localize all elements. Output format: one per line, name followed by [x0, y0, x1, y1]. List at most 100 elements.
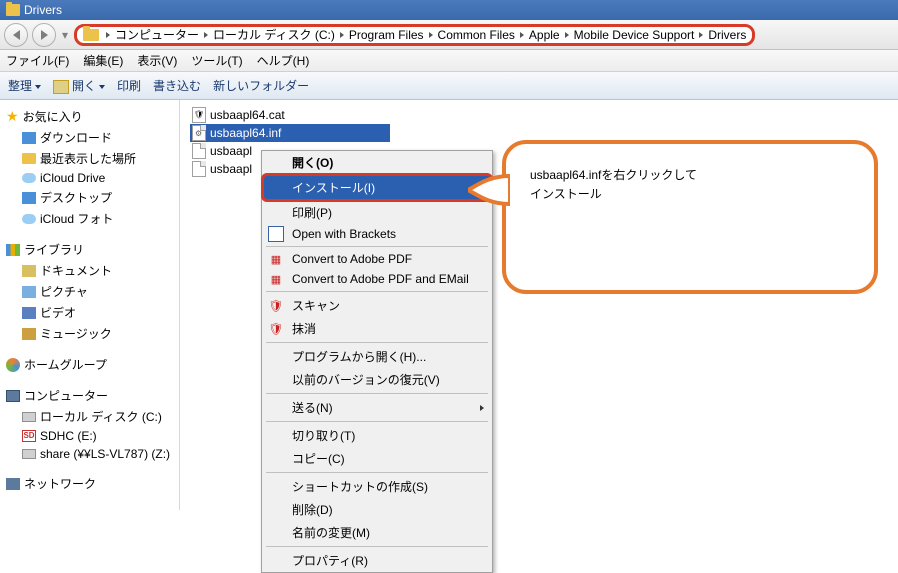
document-icon — [22, 265, 36, 277]
callout-tail-icon — [468, 172, 510, 208]
history-dropdown[interactable]: ▾ — [60, 23, 70, 47]
folder-icon — [83, 29, 99, 41]
sd-icon: SD — [22, 430, 36, 442]
video-icon — [22, 307, 36, 319]
file-icon — [192, 161, 206, 177]
forward-button[interactable] — [32, 23, 56, 47]
breadcrumb-item[interactable]: Mobile Device Support — [574, 28, 695, 42]
file-item[interactable]: usbaapl64.cat — [190, 106, 390, 124]
ctx-sendto[interactable]: 送る(N) — [262, 396, 492, 419]
sidebar-item-share[interactable]: share (¥¥LS-VL787) (Z:) — [4, 445, 175, 463]
shield-icon: 🛡 — [268, 298, 284, 314]
ctx-open[interactable]: 開く(O) — [262, 151, 492, 174]
titlebar: Drivers — [0, 0, 898, 20]
sidebar-homegroup[interactable]: ホームグループ — [4, 354, 175, 375]
separator — [266, 246, 488, 247]
drive-icon — [22, 412, 36, 422]
breadcrumb: コンピューター ローカル ディスク (C:) Program Files Com… — [74, 24, 755, 46]
sidebar-item-downloads[interactable]: ダウンロード — [4, 127, 175, 148]
ctx-pdf[interactable]: ▦Convert to Adobe PDF — [262, 249, 492, 269]
library-icon — [6, 244, 20, 256]
write-button[interactable]: 書き込む — [153, 77, 201, 94]
arrow-left-icon — [13, 30, 20, 40]
back-button[interactable] — [4, 23, 28, 47]
pdf-icon: ▦ — [268, 271, 284, 287]
ctx-print[interactable]: 印刷(P) — [262, 201, 492, 224]
sidebar-item-desktop[interactable]: デスクトップ — [4, 187, 175, 208]
separator — [266, 421, 488, 422]
sidebar-item-pictures[interactable]: ピクチャ — [4, 281, 175, 302]
sidebar-item-sdhc[interactable]: SDSDHC (E:) — [4, 427, 175, 445]
ctx-install[interactable]: インストール(I) — [261, 173, 493, 202]
print-button[interactable]: 印刷 — [117, 77, 141, 94]
ctx-openwith[interactable]: プログラムから開く(H)... — [262, 345, 492, 368]
ctx-restore[interactable]: 以前のバージョンの復元(V) — [262, 368, 492, 391]
star-icon: ★ — [6, 108, 19, 125]
ctx-shortcut[interactable]: ショートカットの作成(S) — [262, 475, 492, 498]
ctx-copy[interactable]: コピー(C) — [262, 447, 492, 470]
ctx-cut[interactable]: 切り取り(T) — [262, 424, 492, 447]
menu-help[interactable]: ヘルプ(H) — [257, 52, 310, 69]
shield-icon: 🛡 — [268, 321, 284, 337]
annotation-callout: usbaapl64.infを右クリックして インストール — [502, 140, 878, 294]
ctx-scan[interactable]: 🛡スキャン — [262, 294, 492, 317]
breadcrumb-item[interactable]: Apple — [529, 28, 560, 42]
arrow-right-icon — [41, 30, 48, 40]
menu-bar: ファイル(F) 編集(E) 表示(V) ツール(T) ヘルプ(H) — [0, 50, 898, 72]
ctx-pdf-email[interactable]: ▦Convert to Adobe PDF and EMail — [262, 269, 492, 289]
callout-line1: usbaapl64.infを右クリックして — [530, 166, 850, 185]
ctx-erase[interactable]: 🛡抹消 — [262, 317, 492, 340]
callout-line2: インストール — [530, 185, 850, 204]
separator — [266, 342, 488, 343]
breadcrumb-item[interactable]: ローカル ディスク (C:) — [213, 26, 335, 43]
cat-file-icon — [192, 107, 206, 123]
ctx-properties[interactable]: プロパティ(R) — [262, 549, 492, 572]
file-icon — [192, 143, 206, 159]
folder-icon — [53, 80, 69, 94]
breadcrumb-item[interactable]: Drivers — [708, 28, 746, 42]
music-icon — [22, 328, 36, 340]
menu-view[interactable]: 表示(V) — [137, 52, 177, 69]
sidebar-favorites[interactable]: ★お気に入り — [4, 106, 175, 127]
sidebar-item-videos[interactable]: ビデオ — [4, 302, 175, 323]
inf-file-icon — [192, 125, 206, 141]
sidebar-libraries[interactable]: ライブラリ — [4, 239, 175, 260]
separator — [266, 393, 488, 394]
menu-tools[interactable]: ツール(T) — [191, 52, 242, 69]
folder-icon — [6, 4, 20, 16]
download-icon — [22, 132, 36, 144]
breadcrumb-item[interactable]: Program Files — [349, 28, 424, 42]
separator — [266, 472, 488, 473]
chevron-right-icon — [480, 405, 484, 411]
sidebar-item-documents[interactable]: ドキュメント — [4, 260, 175, 281]
newfolder-button[interactable]: 新しいフォルダー — [213, 77, 309, 94]
sidebar-item-drive-c[interactable]: ローカル ディスク (C:) — [4, 406, 175, 427]
sidebar-item-music[interactable]: ミュージック — [4, 323, 175, 344]
breadcrumb-item[interactable]: Common Files — [438, 28, 515, 42]
cloud-icon — [22, 214, 36, 224]
sidebar-item-icloud[interactable]: iCloud Drive — [4, 169, 175, 187]
window-title: Drivers — [24, 3, 62, 17]
file-item-selected[interactable]: usbaapl64.inf — [190, 124, 390, 142]
computer-icon — [6, 390, 20, 402]
sidebar: ★お気に入り ダウンロード 最近表示した場所 iCloud Drive デスクト… — [0, 100, 180, 510]
sidebar-computer[interactable]: コンピューター — [4, 385, 175, 406]
picture-icon — [22, 286, 36, 298]
menu-edit[interactable]: 編集(E) — [83, 52, 123, 69]
ctx-brackets[interactable]: Open with Brackets — [262, 224, 492, 244]
separator — [266, 546, 488, 547]
ctx-rename[interactable]: 名前の変更(M) — [262, 521, 492, 544]
open-button[interactable]: 開く — [53, 77, 105, 94]
folder-icon — [22, 153, 36, 164]
sidebar-item-recent[interactable]: 最近表示した場所 — [4, 148, 175, 169]
pdf-icon: ▦ — [268, 251, 284, 267]
sidebar-item-icloudphoto[interactable]: iCloud フォト — [4, 208, 175, 229]
desktop-icon — [22, 192, 36, 204]
sidebar-network[interactable]: ネットワーク — [4, 473, 175, 494]
netdrive-icon — [22, 449, 36, 459]
separator — [266, 291, 488, 292]
menu-file[interactable]: ファイル(F) — [6, 52, 69, 69]
organize-button[interactable]: 整理 — [8, 77, 41, 94]
homegroup-icon — [6, 358, 20, 372]
breadcrumb-item[interactable]: コンピューター — [115, 26, 199, 43]
